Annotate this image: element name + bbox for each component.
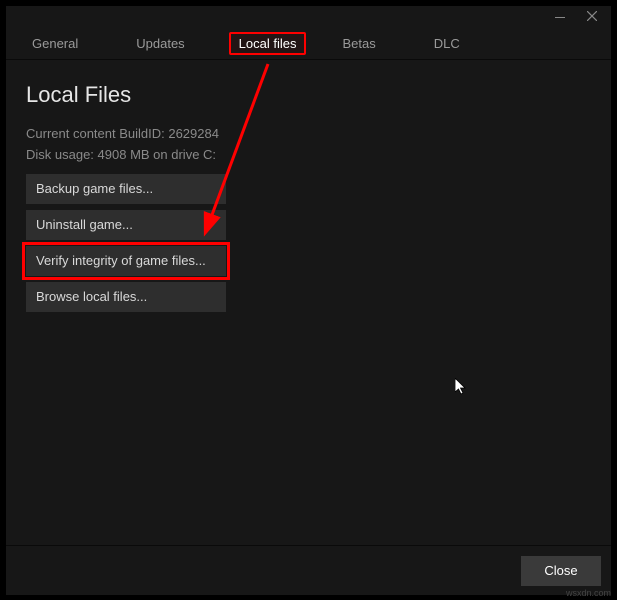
build-id-info: Current content BuildID: 2629284 bbox=[26, 126, 591, 141]
watermark: wsxdn.com bbox=[566, 588, 611, 598]
tab-dlc[interactable]: DLC bbox=[420, 30, 474, 57]
close-button[interactable]: Close bbox=[521, 556, 601, 586]
close-icon bbox=[587, 8, 597, 26]
page-title: Local Files bbox=[26, 82, 591, 108]
tab-betas[interactable]: Betas bbox=[328, 30, 389, 57]
close-window-button[interactable] bbox=[577, 7, 607, 27]
minimize-button[interactable] bbox=[545, 7, 575, 27]
tab-general[interactable]: General bbox=[18, 30, 92, 57]
minimize-icon bbox=[555, 17, 565, 18]
backup-game-files-button[interactable]: Backup game files... bbox=[26, 174, 226, 204]
browse-local-files-button[interactable]: Browse local files... bbox=[26, 282, 226, 312]
tab-updates[interactable]: Updates bbox=[122, 30, 198, 57]
action-button-list: Backup game files... Uninstall game... V… bbox=[26, 174, 591, 312]
verify-integrity-button[interactable]: Verify integrity of game files... bbox=[26, 246, 226, 276]
titlebar bbox=[6, 6, 611, 28]
content-area: Local Files Current content BuildID: 262… bbox=[6, 60, 611, 340]
dialog-footer: Close bbox=[6, 545, 611, 595]
uninstall-game-button[interactable]: Uninstall game... bbox=[26, 210, 226, 240]
mouse-cursor bbox=[455, 378, 469, 398]
tabs-bar: General Updates Local files Betas DLC bbox=[6, 28, 611, 60]
properties-dialog: General Updates Local files Betas DLC Lo… bbox=[6, 6, 611, 595]
tab-local-files[interactable]: Local files bbox=[229, 32, 307, 55]
disk-usage-info: Disk usage: 4908 MB on drive C: bbox=[26, 147, 591, 162]
